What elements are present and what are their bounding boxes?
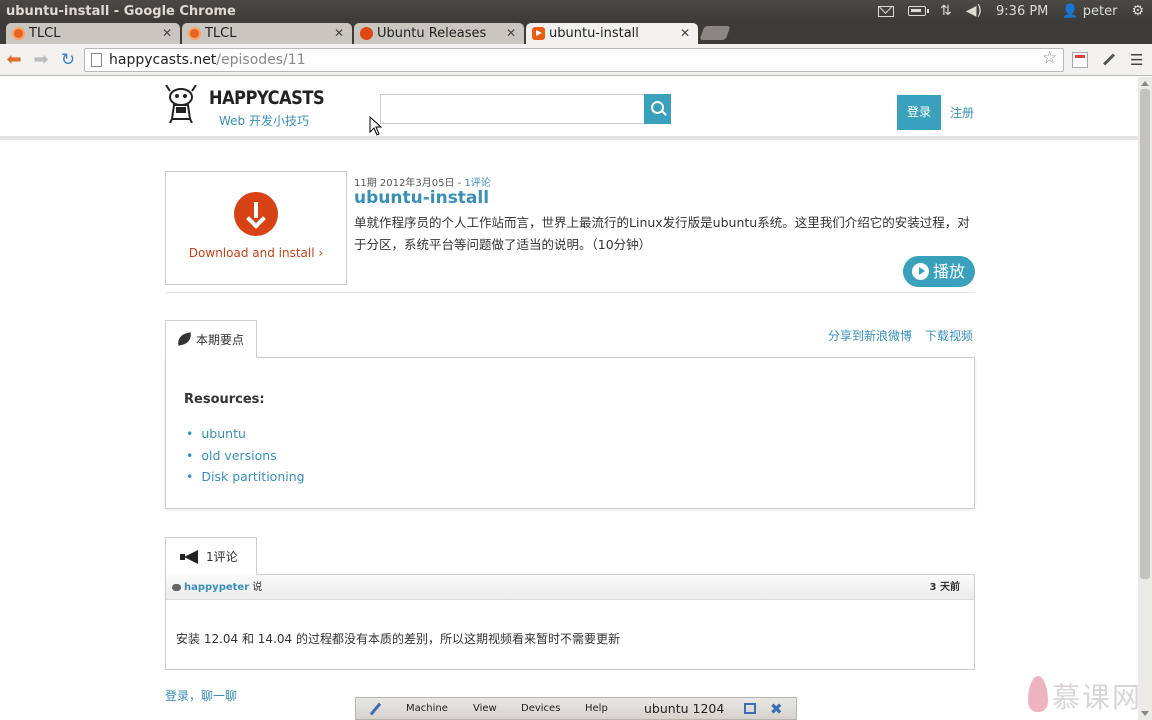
battery-icon[interactable] <box>908 6 930 16</box>
resource-label[interactable]: ubuntu <box>201 426 246 441</box>
resources-heading: Resources: <box>184 392 265 407</box>
vbox-menu-help[interactable]: Help <box>585 703 608 714</box>
tab-highlights-label: 本期要点 <box>196 333 245 347</box>
play-button[interactable]: 播放 <box>903 256 975 287</box>
menu-icon[interactable]: ☰ <box>1130 52 1146 68</box>
scroll-up-icon[interactable] <box>1141 81 1149 86</box>
episode-description: 单就作程序员的个人工作站而言，世界上最流行的Linux发行版是ubuntu系统。… <box>354 215 970 252</box>
tlcl-icon <box>12 27 25 40</box>
volume-icon[interactable]: ◀) <box>966 0 982 22</box>
search-icon[interactable] <box>644 94 671 124</box>
download-video-link[interactable]: 下载视频 <box>925 327 973 344</box>
close-icon[interactable]: ✕ <box>334 26 344 40</box>
pin-icon[interactable] <box>370 702 380 716</box>
scroll-thumb[interactable] <box>1140 89 1150 579</box>
happycasts-logo-icon[interactable] <box>164 85 198 123</box>
video-icon <box>532 27 545 40</box>
tab-label: Ubuntu Releases <box>377 26 487 41</box>
bookmark-star-icon[interactable]: ☆ <box>1042 48 1057 68</box>
resource-label[interactable]: Disk partitioning <box>201 469 304 484</box>
episode-meta: 11期 2012年3月05日 - 1评论 <box>354 174 491 189</box>
forward-arrow-icon[interactable]: ➡ <box>31 50 51 70</box>
close-icon[interactable]: ✖ <box>770 700 783 718</box>
reload-icon[interactable]: ↻ <box>58 50 78 70</box>
comment-time: 3 天前 <box>929 582 960 593</box>
search-input[interactable] <box>380 94 644 124</box>
user-menu[interactable]: 👤 peter <box>1062 4 1117 19</box>
resource-link-old-versions[interactable]: old versions <box>186 448 276 463</box>
register-link[interactable]: 注册 <box>950 104 974 121</box>
mail-icon[interactable] <box>878 5 895 17</box>
user-name: peter <box>1082 3 1118 19</box>
close-icon[interactable]: ✕ <box>506 26 516 40</box>
logo-tagline: Web 开发小技巧 <box>219 114 309 128</box>
page-scrollbar[interactable] <box>1138 77 1152 720</box>
vbox-machine-title: ubuntu 1204 <box>644 701 725 716</box>
vbox-menu-view[interactable]: View <box>473 703 497 714</box>
tab-label: ubuntu-install <box>549 26 639 41</box>
clock[interactable]: 9:36 PM <box>996 4 1048 19</box>
comment-body: 安装 12.04 和 14.04 的过程都没有本质的差别，所以这期视频看来暂时不… <box>176 632 620 646</box>
tab-ubuntu-releases[interactable]: Ubuntu Releases ✕ <box>354 23 524 44</box>
address-bar[interactable]: happycasts.net/episodes/11 <box>84 48 1064 72</box>
watermark-flame-icon <box>1028 676 1048 712</box>
back-arrow-icon[interactable]: ⬅ <box>4 50 24 70</box>
tab-comments-label: 1评论 <box>206 550 238 564</box>
resource-link-ubuntu[interactable]: ubuntu <box>186 426 246 441</box>
episode-title[interactable]: ubuntu-install <box>354 188 489 208</box>
tab-tlcl-1[interactable]: TLCL ✕ <box>6 23 180 44</box>
resource-label[interactable]: old versions <box>201 448 276 463</box>
user-icon: 👤 <box>1062 3 1079 19</box>
login-chat-link[interactable]: 登录，聊一聊 <box>165 687 237 704</box>
virtualbox-toolbar: Machine View Devices Help ubuntu 1204 ✖ <box>355 697 797 720</box>
login-button[interactable]: 登录 <box>897 95 941 130</box>
tab-tlcl-2[interactable]: TLCL ✕ <box>182 23 352 44</box>
ubuntu-icon <box>360 27 373 40</box>
extension-icon[interactable] <box>1072 52 1088 68</box>
download-label[interactable]: Download and install › <box>166 246 346 260</box>
vbox-menu-machine[interactable]: Machine <box>406 703 448 714</box>
comment-author[interactable]: happypeter <box>184 582 249 593</box>
close-icon[interactable]: ✕ <box>680 26 690 40</box>
share-weibo-link[interactable]: 分享到新浪微博 <box>828 327 912 344</box>
watermark-text: 慕课网 <box>1052 681 1143 714</box>
megaphone-icon <box>180 550 198 564</box>
mouse-cursor-icon <box>369 116 383 136</box>
download-box[interactable]: Download and install › <box>165 171 347 285</box>
tab-comments[interactable]: 1评论 <box>165 537 257 575</box>
leaf-icon <box>175 332 194 346</box>
ubuntu-top-panel: ubuntu-install - Google Chrome ⇅ ◀) 9:36… <box>0 0 1152 22</box>
divider <box>165 292 975 293</box>
tab-ubuntu-install[interactable]: ubuntu-install ✕ <box>526 23 698 44</box>
tab-highlights[interactable]: 本期要点 <box>165 320 257 358</box>
resource-link-disk-partitioning[interactable]: Disk partitioning <box>186 469 304 484</box>
site-header: HAPPYCASTS Web 开发小技巧 登录 注册 <box>0 77 1138 140</box>
tlcl-icon <box>188 27 201 40</box>
minimize-icon[interactable] <box>744 703 756 714</box>
comment-says: 说 <box>249 582 263 593</box>
url-domain: happycasts.net <box>109 52 217 68</box>
highlights-panel: Resources: ubuntu old versions Disk part… <box>165 357 975 509</box>
url-path: /episodes/11 <box>216 52 306 68</box>
scroll-down-icon[interactable] <box>1141 711 1149 716</box>
page-icon <box>91 53 102 67</box>
gear-icon[interactable]: ⚙ <box>1131 0 1144 22</box>
eyedropper-icon[interactable] <box>1100 52 1116 68</box>
vbox-menu-devices[interactable]: Devices <box>521 703 560 714</box>
new-tab-button[interactable] <box>699 26 731 40</box>
browser-tab-strip: TLCL ✕ TLCL ✕ Ubuntu Releases ✕ ubuntu-i… <box>0 22 1152 44</box>
comment-header: happypeter 说 3 天前 <box>166 575 974 600</box>
comment-bubble-icon <box>172 584 181 591</box>
logo-name[interactable]: HAPPYCASTS <box>209 87 325 109</box>
tab-label: TLCL <box>205 26 237 41</box>
tab-label: TLCL <box>29 26 61 41</box>
download-arrow-icon[interactable] <box>234 192 278 236</box>
system-tray: ⇅ ◀) 9:36 PM 👤 peter ⚙ <box>878 0 1152 22</box>
browser-toolbar: ⬅ ➡ ↻ happycasts.net/episodes/11 ☆ ☰ <box>0 44 1152 76</box>
comments-panel: happypeter 说 3 天前 安装 12.04 和 14.04 的过程都没… <box>165 574 975 670</box>
close-icon[interactable]: ✕ <box>162 26 172 40</box>
window-title: ubuntu-install - Google Chrome <box>6 3 236 19</box>
network-icon[interactable]: ⇅ <box>940 0 952 22</box>
play-label: 播放 <box>933 262 966 281</box>
